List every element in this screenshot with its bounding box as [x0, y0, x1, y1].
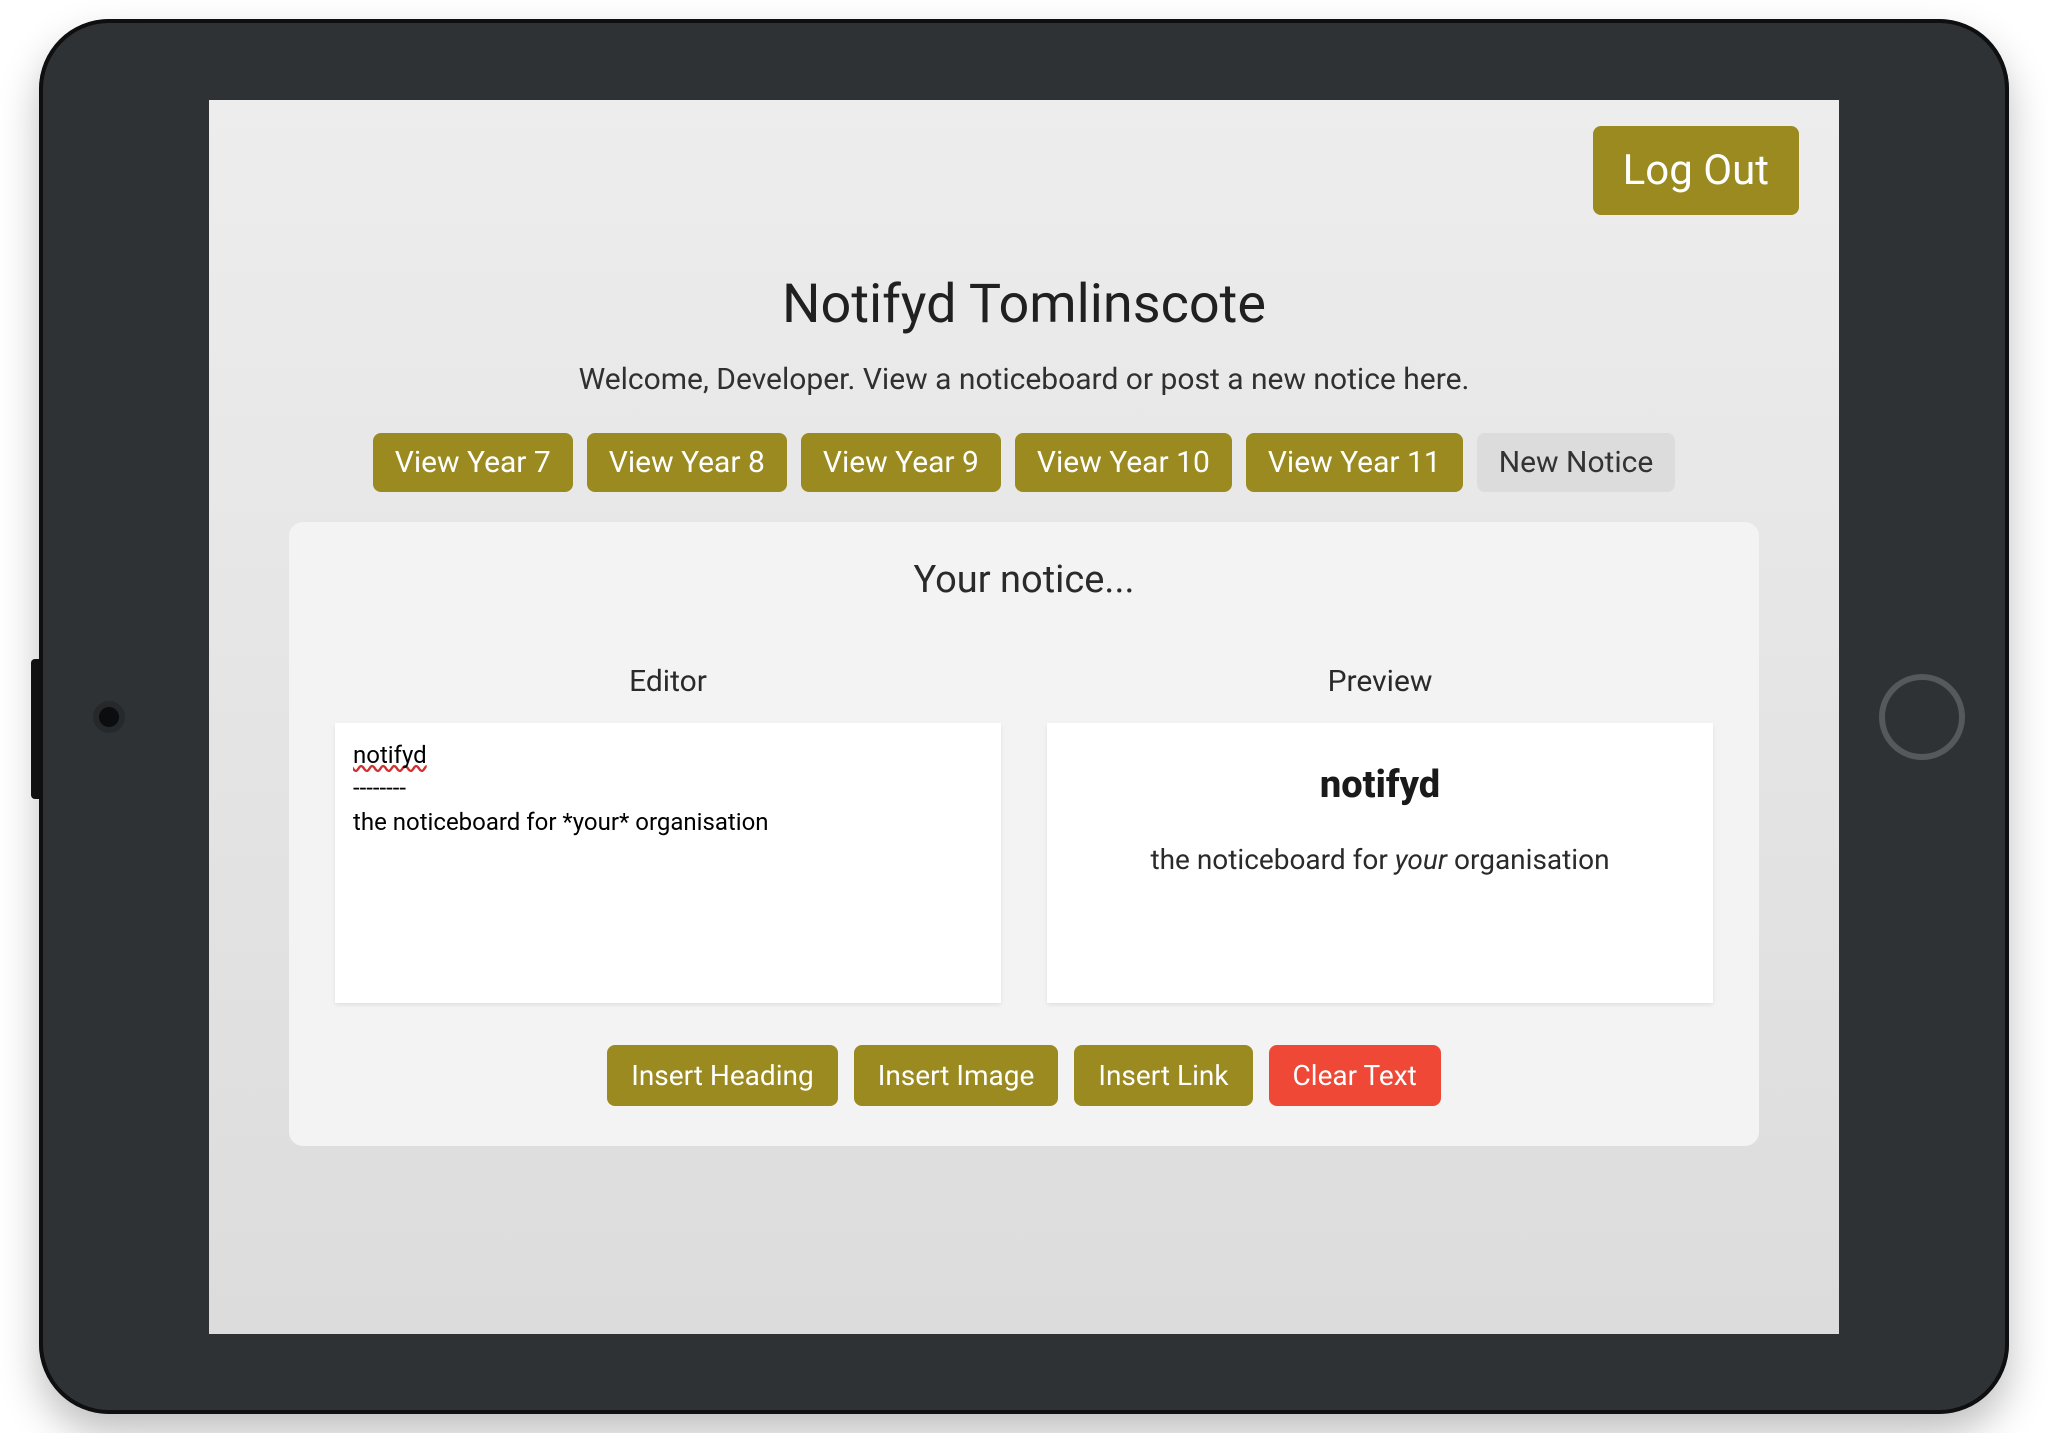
view-year-8-button[interactable]: View Year 8: [587, 433, 787, 492]
preview-body-before: the noticeboard for: [1150, 843, 1394, 876]
insert-link-button[interactable]: Insert Link: [1074, 1045, 1252, 1106]
insert-image-button[interactable]: Insert Image: [854, 1045, 1059, 1106]
preview-body-em: your: [1395, 843, 1447, 876]
tablet-frame: Log Out Notifyd Tomlinscote Welcome, Dev…: [39, 19, 2009, 1414]
clear-text-button[interactable]: Clear Text: [1269, 1045, 1441, 1106]
page-title: Notifyd Tomlinscote: [209, 273, 1839, 336]
preview-pane: notifyd the noticeboard for your organis…: [1047, 723, 1713, 1003]
editor-line-1: notifyd: [353, 741, 427, 769]
preview-column: Preview notifyd the noticeboard for your…: [1047, 664, 1713, 1003]
editor-preview-columns: Editor notifyd -------- the noticeboard fo…: [335, 664, 1713, 1003]
insert-heading-button[interactable]: Insert Heading: [607, 1045, 838, 1106]
year-nav-row: View Year 7 View Year 8 View Year 9 View…: [209, 433, 1839, 492]
preview-heading: notifyd: [1067, 763, 1693, 807]
preview-label: Preview: [1047, 664, 1713, 699]
top-bar: Log Out: [209, 100, 1839, 215]
logout-button[interactable]: Log Out: [1593, 126, 1799, 215]
tablet-camera-icon: [99, 707, 119, 727]
tablet-home-button[interactable]: [1879, 674, 1965, 760]
editor-label: Editor: [335, 664, 1001, 699]
notice-panel: Your notice... Editor notifyd -------- the…: [289, 522, 1759, 1146]
view-year-11-button[interactable]: View Year 11: [1246, 433, 1463, 492]
preview-body-after: organisation: [1447, 843, 1609, 876]
panel-heading: Your notice...: [335, 558, 1713, 602]
view-year-10-button[interactable]: View Year 10: [1015, 433, 1232, 492]
editor-textarea[interactable]: notifyd -------- the noticeboard for *your…: [335, 723, 1001, 1003]
app-screen: Log Out Notifyd Tomlinscote Welcome, Dev…: [209, 100, 1839, 1334]
view-year-7-button[interactable]: View Year 7: [373, 433, 573, 492]
editor-line-2: --------: [353, 774, 406, 802]
editor-column: Editor notifyd -------- the noticeboard fo…: [335, 664, 1001, 1003]
editor-line-3: the noticeboard for *your* organisation: [353, 808, 769, 836]
page-header: Notifyd Tomlinscote Welcome, Developer. …: [209, 273, 1839, 397]
view-year-9-button[interactable]: View Year 9: [801, 433, 1001, 492]
welcome-text: Welcome, Developer. View a noticeboard o…: [209, 362, 1839, 397]
editor-toolbar: Insert Heading Insert Image Insert Link …: [335, 1045, 1713, 1106]
preview-body: the noticeboard for your organisation: [1067, 843, 1693, 876]
new-notice-button[interactable]: New Notice: [1477, 433, 1676, 492]
